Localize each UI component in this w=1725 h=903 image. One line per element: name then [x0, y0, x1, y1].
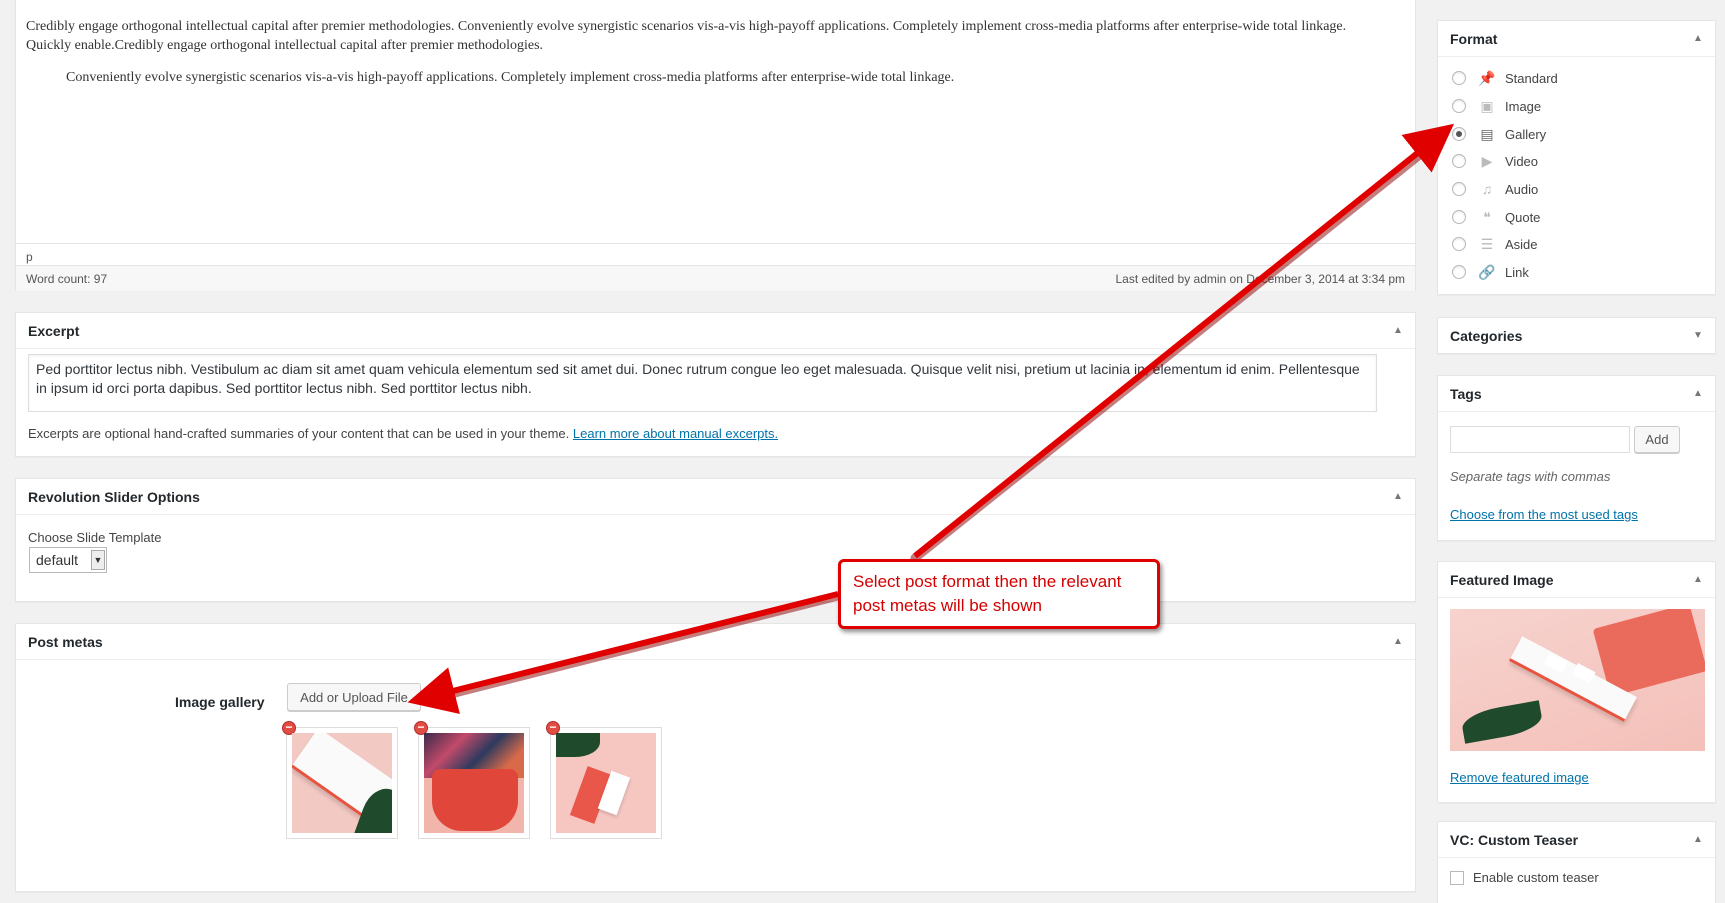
link-icon: 🔗: [1478, 263, 1496, 280]
editor-content[interactable]: Credibly engage orthogonal intellectual …: [26, 17, 1375, 87]
excerpt-header[interactable]: Excerpt ▲: [16, 313, 1415, 349]
format-box: Format ▲ 📌 Standard ▣ Image ▤ Gallery ▶ …: [1437, 20, 1716, 295]
postmetas-header[interactable]: Post metas ▲: [16, 624, 1415, 660]
format-option-image[interactable]: ▣ Image: [1452, 97, 1541, 115]
collapse-arrow-icon[interactable]: ▲: [1693, 388, 1703, 399]
teaser-header[interactable]: VC: Custom Teaser ▲: [1438, 822, 1715, 858]
collapse-arrow-icon[interactable]: ▲: [1693, 574, 1703, 585]
image-gallery-label: Image gallery: [175, 694, 265, 710]
quote-icon: ❝: [1483, 208, 1491, 225]
post-editor[interactable]: Credibly engage orthogonal intellectual …: [15, 0, 1416, 291]
vc-custom-teaser-box: VC: Custom Teaser ▲ Enable custom teaser: [1437, 821, 1716, 903]
format-option-standard[interactable]: 📌 Standard: [1452, 69, 1558, 87]
format-option-gallery[interactable]: ▤ Gallery: [1452, 125, 1546, 143]
editor-status-bar: Word count: 97 Last edited by admin on D…: [16, 265, 1415, 291]
radio-button[interactable]: [1452, 182, 1466, 196]
editor-path: p: [16, 243, 1415, 265]
add-upload-file-button[interactable]: Add or Upload File: [287, 683, 421, 711]
word-count: Word count: 97: [26, 271, 108, 286]
featured-title: Featured Image: [1450, 571, 1554, 588]
format-option-aside[interactable]: ☰ Aside: [1452, 235, 1538, 253]
add-tag-button[interactable]: Add: [1634, 426, 1680, 453]
slide-template-value: default: [36, 552, 79, 568]
collapse-arrow-icon[interactable]: ▲: [1393, 636, 1403, 647]
format-option-label: Standard: [1505, 70, 1558, 86]
format-option-label: Gallery: [1505, 126, 1547, 142]
format-option-label: Aside: [1505, 236, 1538, 252]
format-option-audio[interactable]: ♫ Audio: [1452, 180, 1538, 198]
gallery-icon: ▤: [1480, 125, 1494, 142]
post-metas-box: Post metas ▲ Image gallery Add or Upload…: [15, 623, 1416, 892]
featured-image[interactable]: [1450, 609, 1705, 751]
excerpt-textarea[interactable]: [28, 354, 1377, 412]
excerpt-box: Excerpt ▲ Excerpts are optional hand-cra…: [15, 312, 1416, 457]
radio-button[interactable]: [1452, 237, 1466, 251]
collapse-arrow-icon[interactable]: ▲: [1693, 33, 1703, 44]
tags-hint: Separate tags with commas: [1450, 469, 1611, 484]
format-option-label: Audio: [1505, 181, 1539, 197]
collapse-arrow-icon[interactable]: ▲: [1693, 834, 1703, 845]
pin-icon: 📌: [1478, 69, 1496, 86]
excerpt-help-text: Excerpts are optional hand-crafted summa…: [28, 426, 570, 441]
teaser-title: VC: Custom Teaser: [1450, 831, 1579, 848]
gallery-thumbnail[interactable]: −: [282, 721, 398, 839]
featured-image-box: Featured Image ▲ Remove featured image: [1437, 561, 1716, 803]
radio-button[interactable]: [1452, 154, 1466, 168]
image-icon: ▣: [1480, 97, 1494, 114]
most-used-tags-link[interactable]: Choose from the most used tags: [1450, 507, 1638, 522]
chevron-down-icon: ▼: [91, 550, 105, 570]
gallery-image: [556, 733, 656, 833]
format-option-label: Link: [1505, 264, 1529, 280]
format-option-video[interactable]: ▶ Video: [1452, 152, 1538, 170]
gallery-image: [424, 733, 524, 833]
revslider-header[interactable]: Revolution Slider Options ▲: [16, 479, 1415, 515]
gallery-thumbnail[interactable]: −: [414, 721, 530, 839]
categories-box: Categories ▼: [1437, 317, 1716, 354]
collapse-arrow-icon[interactable]: ▲: [1393, 491, 1403, 502]
revolution-slider-box: Revolution Slider Options ▲ Choose Slide…: [15, 478, 1416, 602]
tags-header[interactable]: Tags ▲: [1438, 376, 1715, 412]
categories-header[interactable]: Categories ▼: [1438, 318, 1715, 354]
remove-featured-image-link[interactable]: Remove featured image: [1450, 770, 1589, 785]
editor-paragraph: Conveniently evolve synergistic scenario…: [66, 70, 955, 85]
excerpt-learn-more-link[interactable]: Learn more about manual excerpts.: [573, 426, 778, 441]
format-option-link[interactable]: 🔗 Link: [1452, 263, 1529, 281]
radio-button[interactable]: [1452, 265, 1466, 279]
revslider-title: Revolution Slider Options: [28, 488, 200, 505]
format-option-quote[interactable]: ❝ Quote: [1452, 208, 1540, 226]
tags-box: Tags ▲ Add Separate tags with commas Cho…: [1437, 375, 1716, 541]
excerpt-help: Excerpts are optional hand-crafted summa…: [28, 426, 778, 441]
collapse-arrow-icon[interactable]: ▲: [1393, 325, 1403, 336]
format-option-label: Quote: [1505, 209, 1541, 225]
enable-teaser-checkbox[interactable]: [1450, 870, 1464, 885]
format-option-label: Image: [1505, 98, 1542, 114]
editor-paragraph: Credibly engage orthogonal intellectual …: [26, 19, 1347, 53]
tag-input[interactable]: [1450, 426, 1630, 453]
enable-teaser-row[interactable]: Enable custom teaser: [1450, 870, 1599, 885]
format-option-label: Video: [1505, 153, 1539, 169]
audio-icon: ♫: [1481, 181, 1493, 197]
slide-template-label: Choose Slide Template: [28, 530, 162, 545]
slide-template-select[interactable]: default ▼: [29, 547, 107, 573]
expand-arrow-icon[interactable]: ▼: [1693, 331, 1703, 341]
radio-button[interactable]: [1452, 99, 1466, 113]
gallery-thumbnail[interactable]: −: [546, 721, 662, 839]
radio-button[interactable]: [1452, 71, 1466, 85]
radio-button-checked[interactable]: [1452, 127, 1466, 141]
format-header[interactable]: Format ▲: [1438, 21, 1715, 57]
categories-title: Categories: [1450, 328, 1523, 344]
format-title: Format: [1450, 30, 1498, 47]
aside-icon: ☰: [1480, 235, 1494, 252]
excerpt-title: Excerpt: [28, 322, 80, 339]
last-edited: Last edited by admin on December 3, 2014…: [1115, 271, 1405, 286]
video-icon: ▶: [1481, 152, 1493, 169]
enable-teaser-label: Enable custom teaser: [1473, 870, 1599, 885]
radio-button[interactable]: [1452, 210, 1466, 224]
tags-title: Tags: [1450, 385, 1482, 402]
annotation-callout: Select post format then the relevant pos…: [838, 559, 1160, 629]
postmetas-title: Post metas: [28, 633, 103, 650]
featured-header[interactable]: Featured Image ▲: [1438, 562, 1715, 598]
gallery-image: [292, 733, 392, 833]
